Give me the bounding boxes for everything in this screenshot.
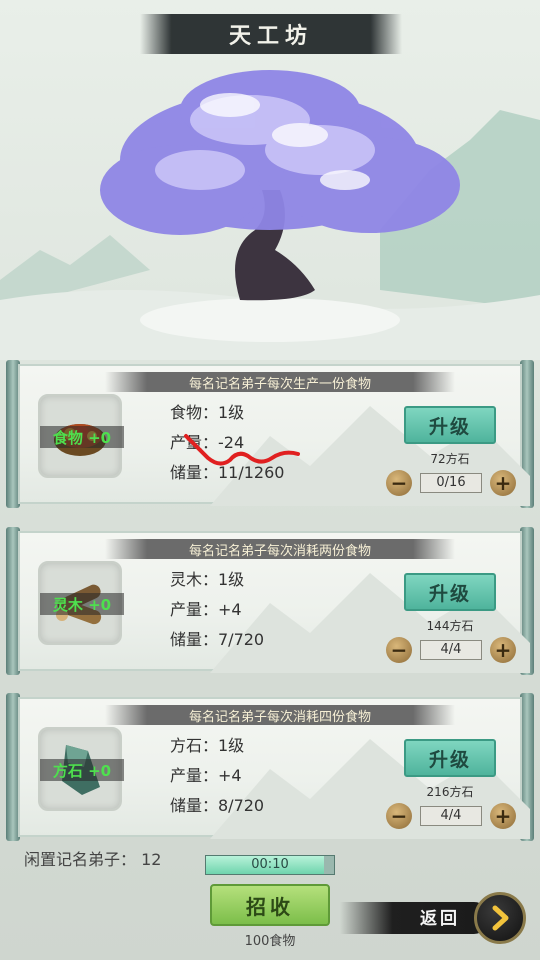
- panel-description: 每名记名弟子每次消耗两份食物: [188, 543, 371, 559]
- plus-button[interactable]: +: [490, 637, 516, 663]
- panel-description: 每名记名弟子每次消耗四份食物: [188, 709, 371, 725]
- resource-output: 产量：+4: [170, 766, 242, 785]
- worker-stepper: − 0/16 +: [386, 470, 516, 496]
- resource-level: 方石：1级: [170, 736, 245, 755]
- arrow-right-icon[interactable]: [474, 892, 526, 944]
- resource-stats: 灵木：1级 产量：+4 储量：7/720: [170, 565, 264, 655]
- back-label: 返回: [420, 909, 460, 929]
- resource-level: 食物：1级: [170, 403, 245, 422]
- assigned-count: 4/4: [420, 806, 482, 826]
- title-banner: 天工坊: [140, 14, 402, 54]
- resource-stats: 方石：1级 产量：+4 储量：8/720: [170, 731, 264, 821]
- resource-storage: 储量：7/720: [170, 630, 265, 649]
- panel-description-bar: 每名记名弟子每次消耗四份食物: [105, 705, 455, 725]
- upgrade-cost: 216方石: [426, 785, 474, 799]
- resource-icon-slot[interactable]: 方石 +0: [38, 727, 124, 811]
- production-panel-stone: 每名记名弟子每次消耗四份食物 方石 +0 方石：1级 产量：+4 储量：8/72…: [6, 693, 534, 841]
- assigned-count: 4/4: [420, 640, 482, 660]
- assigned-count: 0/16: [420, 473, 482, 493]
- timer-text: 00:10: [251, 857, 289, 872]
- recruit-button[interactable]: 招收: [210, 884, 330, 926]
- panel-paper: 每名记名弟子每次消耗四份食物 方石 +0 方石：1级 产量：+4 储量：8/72…: [18, 697, 530, 839]
- plus-button[interactable]: +: [490, 470, 516, 496]
- scenery-tree-illustration: [0, 70, 540, 360]
- back-button[interactable]: 返回: [340, 890, 530, 950]
- panel-paper: 每名记名弟子每次生产一份食物 食物 +0 食物：1级 产量：-24 储量：11/…: [18, 364, 530, 506]
- upgrade-cost: 144方石: [426, 619, 474, 633]
- plus-button[interactable]: +: [490, 803, 516, 829]
- production-panel-wood: 每名记名弟子每次消耗两份食物 灵木 +0 灵木：1级 产量：+4 储量：7/72…: [6, 527, 534, 675]
- minus-button[interactable]: −: [386, 803, 412, 829]
- resource-storage: 储量：8/720: [170, 796, 265, 815]
- idle-disciples-count: 闲置记名弟子： 12: [24, 850, 162, 869]
- recruit-timer-bar: 00:10: [205, 855, 335, 875]
- recruit-cost: 100食物: [244, 934, 296, 949]
- page-title: 天工坊: [228, 23, 313, 49]
- panel-paper: 每名记名弟子每次消耗两份食物 灵木 +0 灵木：1级 产量：+4 储量：7/72…: [18, 531, 530, 673]
- production-panel-food: 每名记名弟子每次生产一份食物 食物 +0 食物：1级 产量：-24 储量：11/…: [6, 360, 534, 508]
- upgrade-cost: 72方石: [430, 452, 470, 466]
- back-brush-stroke: [340, 902, 490, 934]
- panel-description-bar: 每名记名弟子每次消耗两份食物: [105, 539, 455, 559]
- resource-level: 灵木：1级: [170, 570, 245, 589]
- panel-description-bar: 每名记名弟子每次生产一份食物: [105, 372, 455, 392]
- minus-button[interactable]: −: [386, 470, 412, 496]
- resource-icon-slot[interactable]: 灵木 +0: [38, 561, 124, 645]
- upgrade-button[interactable]: 升级: [404, 406, 496, 444]
- worker-stepper: − 4/4 +: [386, 637, 516, 663]
- resource-icon-slot[interactable]: 食物 +0: [38, 394, 124, 478]
- worker-stepper: − 4/4 +: [386, 803, 516, 829]
- upgrade-button[interactable]: 升级: [404, 739, 496, 777]
- resource-bonus-label: 食物 +0: [40, 426, 124, 448]
- resource-bonus-label: 方石 +0: [40, 759, 124, 781]
- minus-button[interactable]: −: [386, 637, 412, 663]
- resource-bonus-label: 灵木 +0: [40, 593, 124, 615]
- red-annotation-scribble: [184, 434, 300, 466]
- upgrade-button[interactable]: 升级: [404, 573, 496, 611]
- panel-description: 每名记名弟子每次生产一份食物: [188, 376, 371, 392]
- resource-output: 产量：+4: [170, 600, 242, 619]
